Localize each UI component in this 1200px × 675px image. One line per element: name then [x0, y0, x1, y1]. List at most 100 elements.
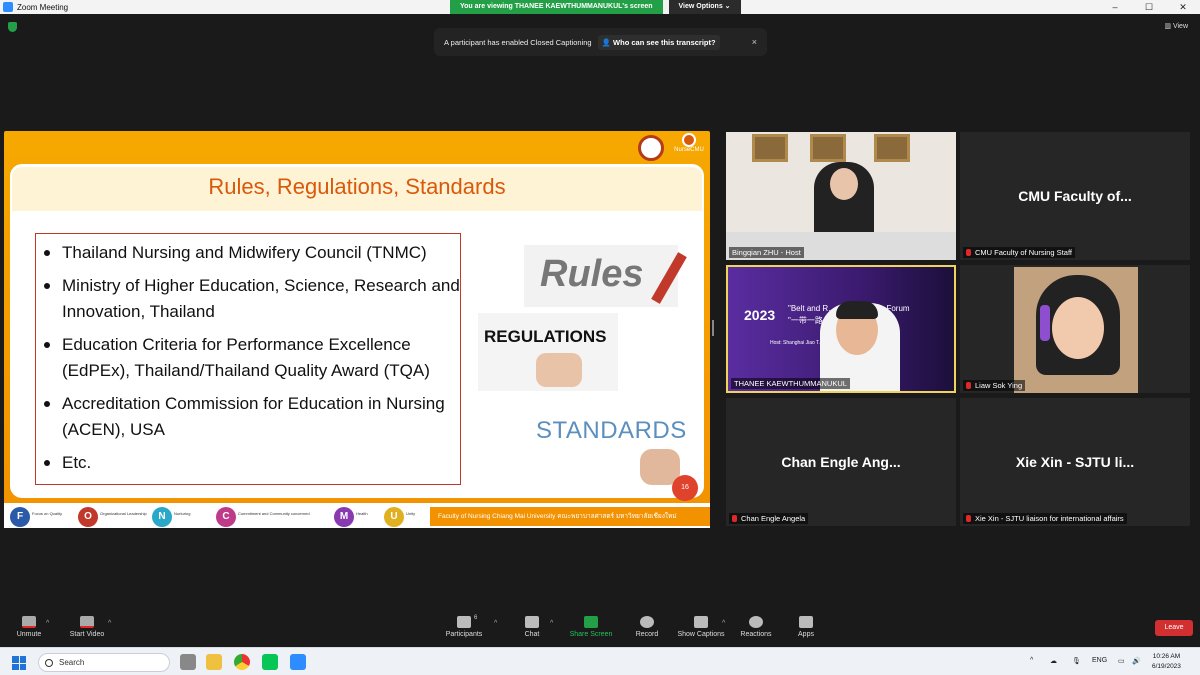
participants-button[interactable]: Participants — [442, 616, 486, 638]
start-video-button[interactable]: Start Video — [66, 616, 108, 638]
view-button[interactable]: ▥ View — [1164, 22, 1188, 30]
close-banner-button[interactable]: × — [752, 37, 757, 47]
show-captions-label: Show Captions — [677, 631, 725, 638]
participant-name: THANEE KAEWTHUMMANUKUL — [734, 379, 847, 388]
regulations-image: REGULATIONS — [478, 313, 618, 391]
tray-overflow-chevron[interactable]: ^ — [1030, 657, 1033, 664]
nursecmu-logo: NurseCMU — [672, 133, 706, 161]
taskbar-search[interactable]: Search — [38, 653, 170, 672]
language-indicator[interactable]: ENG — [1092, 657, 1107, 664]
footer-icon-letter: N — [158, 511, 166, 522]
wall-frame — [874, 134, 910, 162]
participant-name: Chan Engle Angela — [741, 514, 806, 523]
line-app-icon[interactable] — [262, 654, 278, 670]
headset-icon — [1040, 305, 1050, 341]
captioning-banner: A participant has enabled Closed Caption… — [434, 28, 767, 56]
bullet-list: Thailand Nursing and Midwifery Council (… — [36, 240, 460, 476]
video-tile[interactable]: Xie Xin - SJTU li... Xie Xin - SJTU liai… — [960, 398, 1190, 526]
share-screen-button[interactable]: Share Screen — [566, 616, 616, 638]
bullet-item: Accreditation Commission for Education i… — [36, 391, 460, 443]
viewing-screen-label: You are viewing THANEE KAEWTHUMMANUKUL's… — [450, 0, 663, 14]
share-screen-label: Share Screen — [569, 631, 613, 638]
windows-start-button[interactable] — [12, 656, 26, 670]
network-icon[interactable]: ▭ — [1118, 657, 1125, 665]
footer-f-icon: F — [10, 507, 30, 527]
chat-options-caret[interactable]: ^ — [550, 620, 553, 627]
clock-date: 6/19/2023 — [1152, 663, 1181, 670]
bullet-item: Etc. — [36, 450, 460, 476]
video-tile[interactable]: Chan Engle Ang... Chan Engle Angela — [726, 398, 956, 526]
microphone-icon[interactable]: 🎙 — [1072, 657, 1081, 665]
video-tile[interactable]: Liaw Sok Ying — [960, 265, 1190, 393]
rules-image-text: Rules — [540, 253, 644, 295]
shared-screen-slide: Rules, Regulations, Standards NurseCMU T… — [4, 131, 710, 528]
footer-c-icon: C — [216, 507, 236, 527]
video-options-caret[interactable]: ^ — [108, 620, 111, 627]
apps-button[interactable]: Apps — [794, 616, 818, 638]
record-button[interactable]: Record — [632, 616, 662, 638]
slide-title: Rules, Regulations, Standards — [208, 174, 506, 199]
close-window-button[interactable]: ✕ — [1166, 0, 1200, 14]
footer-u-icon: U — [384, 507, 404, 527]
reactions-button[interactable]: Reactions — [738, 616, 774, 638]
leave-button[interactable]: Leave — [1155, 620, 1193, 636]
clock-time: 10:26 AM — [1152, 653, 1181, 660]
record-icon — [640, 616, 654, 628]
chat-button[interactable]: Chat — [520, 616, 544, 638]
camera-app-icon[interactable] — [180, 654, 196, 670]
participant-display-name: Xie Xin - SJTU li... — [1015, 454, 1135, 470]
unmute-button[interactable]: Unmute — [14, 616, 44, 638]
wall-frame — [752, 134, 788, 162]
footer-icon-letter: O — [84, 511, 92, 522]
taskbar-clock[interactable]: 10:26 AM 6/19/2023 — [1152, 652, 1181, 672]
university-seal-icon — [638, 135, 664, 161]
encryption-shield-icon[interactable] — [8, 22, 17, 32]
rules-image: Rules — [524, 245, 687, 307]
show-captions-button[interactable]: Show Captions — [674, 616, 728, 638]
footer-icon-text: Focus on Quality — [32, 511, 63, 516]
captions-options-caret[interactable]: ^ — [722, 620, 725, 627]
muted-mic-icon — [966, 382, 971, 389]
regulations-image-text: REGULATIONS — [484, 327, 607, 346]
maximize-button[interactable]: ☐ — [1132, 0, 1166, 14]
reactions-label: Reactions — [740, 631, 772, 638]
participant-display-name: Chan Engle Ang... — [781, 454, 901, 470]
view-button-label: View — [1172, 23, 1188, 30]
nursecmu-flower-icon — [682, 133, 696, 147]
participants-count: 6 — [474, 615, 478, 621]
video-tile[interactable]: Bingqian ZHU - Host — [726, 132, 956, 260]
footer-o-icon: O — [78, 507, 98, 527]
file-explorer-icon[interactable] — [206, 654, 222, 670]
volume-icon[interactable]: 🔊 — [1132, 657, 1141, 665]
participant-display-name: CMU Faculty of... — [1018, 188, 1132, 204]
viewing-screen-bar: You are viewing THANEE KAEWTHUMMANUKUL's… — [450, 0, 741, 14]
person-icon: 👤 — [601, 37, 611, 47]
participant-name-label: CMU Faculty of Nursing Staff — [963, 247, 1075, 258]
chrome-icon[interactable] — [234, 654, 250, 670]
who-can-see-transcript-link[interactable]: 👤 Who can see this transcript? — [597, 34, 720, 50]
footer-m-icon: M — [334, 507, 354, 527]
reactions-icon — [749, 616, 763, 628]
unmute-label: Unmute — [16, 631, 42, 638]
hand-marker-icon — [536, 353, 582, 387]
footer-faculty-text: Faculty of Nursing Chiang Mai University… — [430, 507, 710, 526]
captioning-banner-text: A participant has enabled Closed Caption… — [444, 37, 592, 47]
chat-label: Chat — [524, 631, 540, 638]
panel-resize-handle[interactable] — [712, 320, 714, 336]
video-tile-active-speaker[interactable]: 2023 "Belt and R... ursing Deans Forum "… — [726, 265, 956, 393]
footer-icon-letter: F — [16, 511, 24, 522]
minimize-button[interactable]: – — [1098, 0, 1132, 14]
video-tile[interactable]: CMU Faculty of... CMU Faculty of Nursing… — [960, 132, 1190, 260]
search-icon — [45, 658, 53, 667]
footer-icon-letter: M — [339, 511, 349, 522]
participants-options-caret[interactable]: ^ — [494, 620, 497, 627]
forum-year: 2023 — [744, 307, 776, 323]
zoom-taskbar-icon[interactable] — [290, 654, 306, 670]
bullet-item: Education Criteria for Performance Excel… — [36, 332, 460, 384]
view-options-button[interactable]: View Options ⌄ — [668, 0, 741, 14]
start-video-label: Start Video — [69, 631, 105, 638]
cloud-icon[interactable]: ☁ — [1050, 657, 1057, 665]
participant-name: Bingqian ZHU - Host — [732, 248, 801, 257]
bullet-list-box: Thailand Nursing and Midwifery Council (… — [35, 233, 461, 485]
audio-options-caret[interactable]: ^ — [46, 620, 49, 627]
